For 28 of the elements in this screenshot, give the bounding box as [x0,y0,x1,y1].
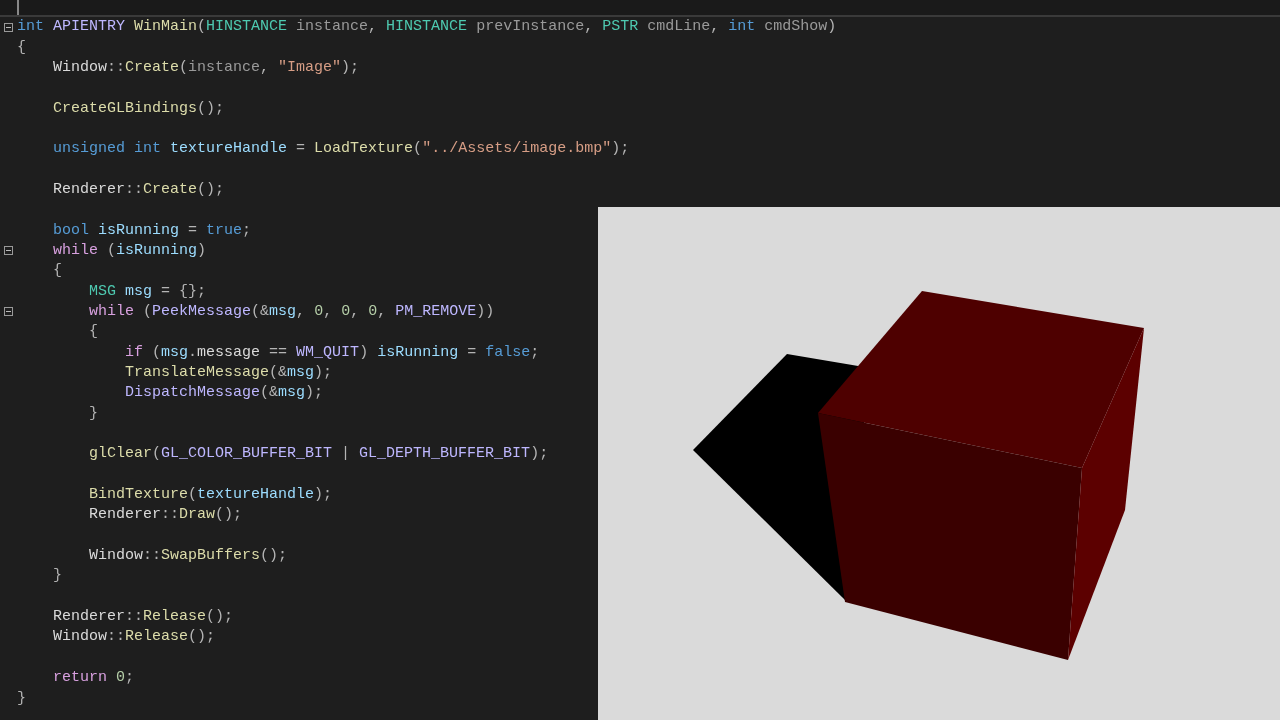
code-line: int APIENTRY WinMain(HINSTANCE instance, HINSTANCE prevInstance, PSTR cmdLine, int cmdShow) [17,17,837,38]
code-line: { [52,261,62,282]
code-line: while (isRunning) [52,240,207,261]
code-line: return 0; [52,668,135,689]
code-line: DispatchMessage(&msg); [124,383,324,404]
code-line: } [52,566,62,587]
code-line: Renderer::Create(); [52,179,225,200]
code-line: } [17,688,26,709]
collapse-icon[interactable] [4,22,13,32]
code-line: bool isRunning = true; [52,220,252,241]
code-line: MSG msg = {}; [88,281,207,302]
code-line: if (msg.message == WM_QUIT) isRunning = false; [124,342,540,363]
code-line: unsigned int textureHandle = LoadTexture("../Assets/image.bmp"); [52,139,630,160]
code-line: Window::SwapBuffers(); [88,546,288,567]
code-line: Window::Release(); [52,627,216,648]
code-line: Renderer::Release(); [52,607,234,628]
code-line: CreateGLBindings(); [52,98,225,119]
code-line: } [88,403,98,424]
code-line: while (PeekMessage(&msg, 0, 0, 0, PM_REMOVE)) [88,302,495,322]
collapse-icon[interactable] [4,307,13,317]
code-line: { [88,322,98,343]
code-line: TranslateMessage(&msg); [124,363,333,383]
collapse-icon[interactable] [4,246,13,256]
code-line: Window::Create(instance, "Image"); [52,57,360,78]
code-line: { [17,37,26,58]
code-line: glClear(GL_COLOR_BUFFER_BIT | GL_DEPTH_BUFFER_BIT); [88,444,549,465]
code-line: Renderer::Draw(); [88,505,243,526]
code-line: BindTexture(textureHandle); [88,485,333,506]
